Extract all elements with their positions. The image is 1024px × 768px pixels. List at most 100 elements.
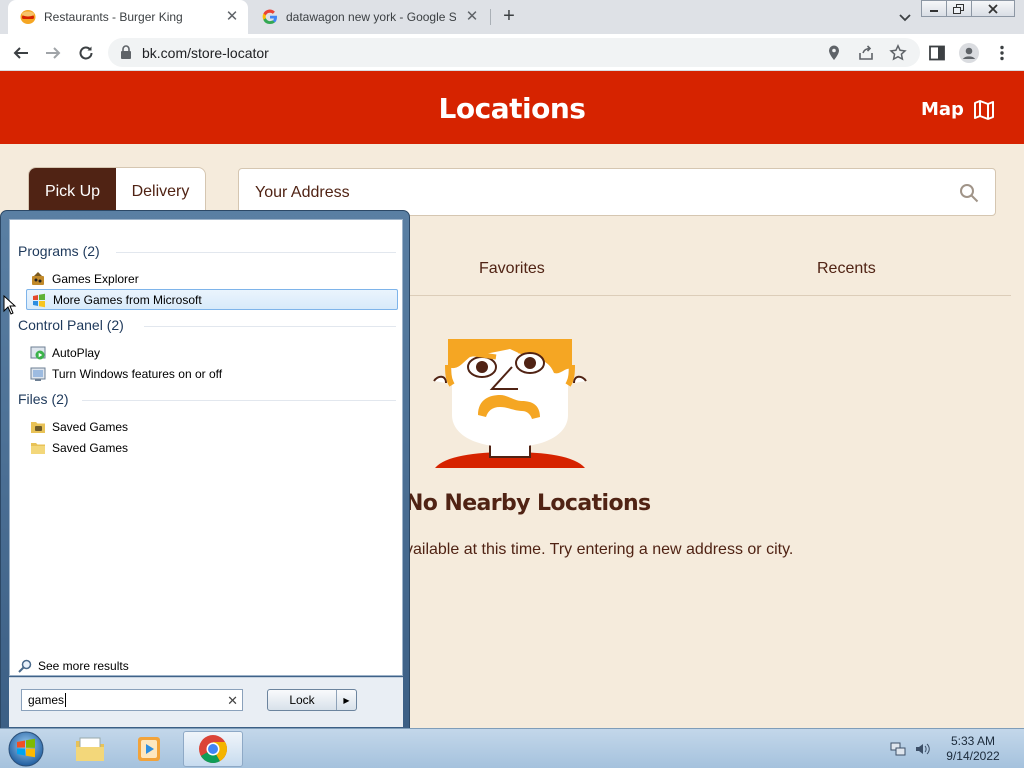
url-text: bk.com/store-locator [142,45,269,61]
taskbar-chrome[interactable] [183,731,243,767]
close-window-button[interactable] [971,0,1015,17]
new-tab-button[interactable]: + [497,5,521,29]
map-label: Map [921,99,964,120]
search-value: games [28,693,65,707]
lock-icon [121,45,131,59]
tab-divider [405,295,1011,296]
google-icon [262,9,277,25]
tab-title: Restaurants - Burger King [44,10,183,24]
tab-title: datawagon new york - Google Se [286,10,456,24]
side-panel-icon [929,45,945,61]
result-saved-games-1[interactable]: Saved Games [26,416,398,437]
group-divider [144,326,396,327]
clock-time: 5:33 AM [950,734,996,748]
sad-face-illustration [433,339,587,468]
system-tray [890,741,930,757]
magnifier-icon [18,659,32,673]
media-player-icon [138,737,160,761]
tab-separator [490,9,491,25]
tab-recents[interactable]: Recents [817,260,876,278]
window-controls [921,0,1015,17]
windows-features-icon [30,367,46,381]
result-label: Games Explorer [52,271,139,286]
page-title: Locations [438,92,586,125]
mouse-cursor-icon [3,295,17,315]
volume-icon[interactable] [914,741,930,757]
close-icon [988,3,998,14]
minimize-icon [930,9,938,12]
browser-toolbar: bk.com/store-locator [0,34,1024,71]
result-autoplay[interactable]: AutoPlay [26,342,398,363]
star-icon[interactable] [889,44,907,62]
lock-button[interactable]: Lock ▶ [267,689,357,711]
group-divider [116,252,396,253]
result-label: Saved Games [52,419,129,434]
network-icon[interactable] [890,741,906,757]
group-programs: Programs (2) [18,243,100,259]
result-label: More Games from Microsoft [53,292,202,307]
result-label: Turn Windows features on or off [52,366,223,381]
clear-search-icon[interactable]: ✕ [227,693,238,709]
lock-label: Lock [289,693,315,707]
restore-icon [953,3,964,14]
back-button[interactable] [10,42,32,64]
menu-button[interactable] [991,42,1013,64]
result-label: Saved Games [52,440,129,455]
browser-tab-strip: Restaurants - Burger King ✕ datawagon ne… [0,0,1024,34]
start-menu: Programs (2) Games Explorer More Games f… [0,210,410,730]
group-divider [82,400,396,401]
share-icon[interactable] [857,44,875,62]
page-header: Locations Map [0,71,1024,144]
tab-burger-king[interactable]: Restaurants - Burger King ✕ [8,0,248,34]
start-menu-footer: games ✕ Lock ▶ [9,677,403,727]
profile-button[interactable] [958,42,980,64]
address-search-input[interactable]: Your Address [238,168,996,216]
autoplay-icon [30,346,46,359]
close-tab-icon[interactable]: ✕ [464,9,480,25]
search-icon[interactable] [959,183,979,203]
clock-date: 9/14/2022 [946,749,1000,763]
restore-button[interactable] [946,0,972,17]
pickup-button[interactable]: Pick Up [29,168,116,216]
chrome-icon [199,735,227,763]
taskbar-explorer[interactable] [60,731,120,767]
forward-button[interactable] [42,42,64,64]
reload-button[interactable] [75,42,97,64]
taskbar-media-player[interactable] [120,731,180,767]
taskbar-clock[interactable]: 5:33 AM 9/14/2022 [940,734,1006,764]
result-windows-features[interactable]: Turn Windows features on or off [26,363,398,384]
windows-games-icon [33,293,45,307]
close-tab-icon[interactable]: ✕ [224,9,240,25]
minimize-button[interactable] [921,0,947,17]
burger-king-icon [20,10,36,24]
empty-state-title: No Nearby Locations [405,491,651,516]
address-bar[interactable]: bk.com/store-locator [108,38,920,67]
reload-icon [79,46,93,60]
group-control-panel: Control Panel (2) [18,317,124,333]
group-files: Files (2) [18,391,69,407]
arrow-right-icon [46,47,61,59]
result-more-games[interactable]: More Games from Microsoft [26,289,398,310]
see-more-label: See more results [38,659,129,673]
location-pin-icon[interactable] [825,44,843,62]
tab-favorites[interactable]: Favorites [479,260,545,278]
side-panel-button[interactable] [926,42,948,64]
see-more-results-link[interactable]: See more results [18,659,129,673]
text-caret [65,693,67,707]
windows-start-orb-icon[interactable] [6,730,46,768]
power-options-arrow-icon[interactable]: ▶ [336,690,356,710]
explorer-folder-icon [76,737,104,761]
delivery-button[interactable]: Delivery [116,168,205,216]
chevron-down-icon[interactable] [896,8,914,26]
result-label: AutoPlay [52,345,101,360]
arrow-left-icon [13,47,28,59]
address-placeholder: Your Address [255,184,350,201]
map-button[interactable]: Map [921,99,995,120]
tab-google-search[interactable]: datawagon new york - Google Se ✕ [250,0,488,34]
folder-icon [31,442,45,454]
taskbar: 5:33 AM 9/14/2022 [0,728,1024,768]
result-saved-games-2[interactable]: Saved Games [26,437,398,458]
start-search-input[interactable]: games ✕ [21,689,243,711]
result-games-explorer[interactable]: Games Explorer [26,268,398,289]
start-menu-results: Programs (2) Games Explorer More Games f… [9,219,403,676]
